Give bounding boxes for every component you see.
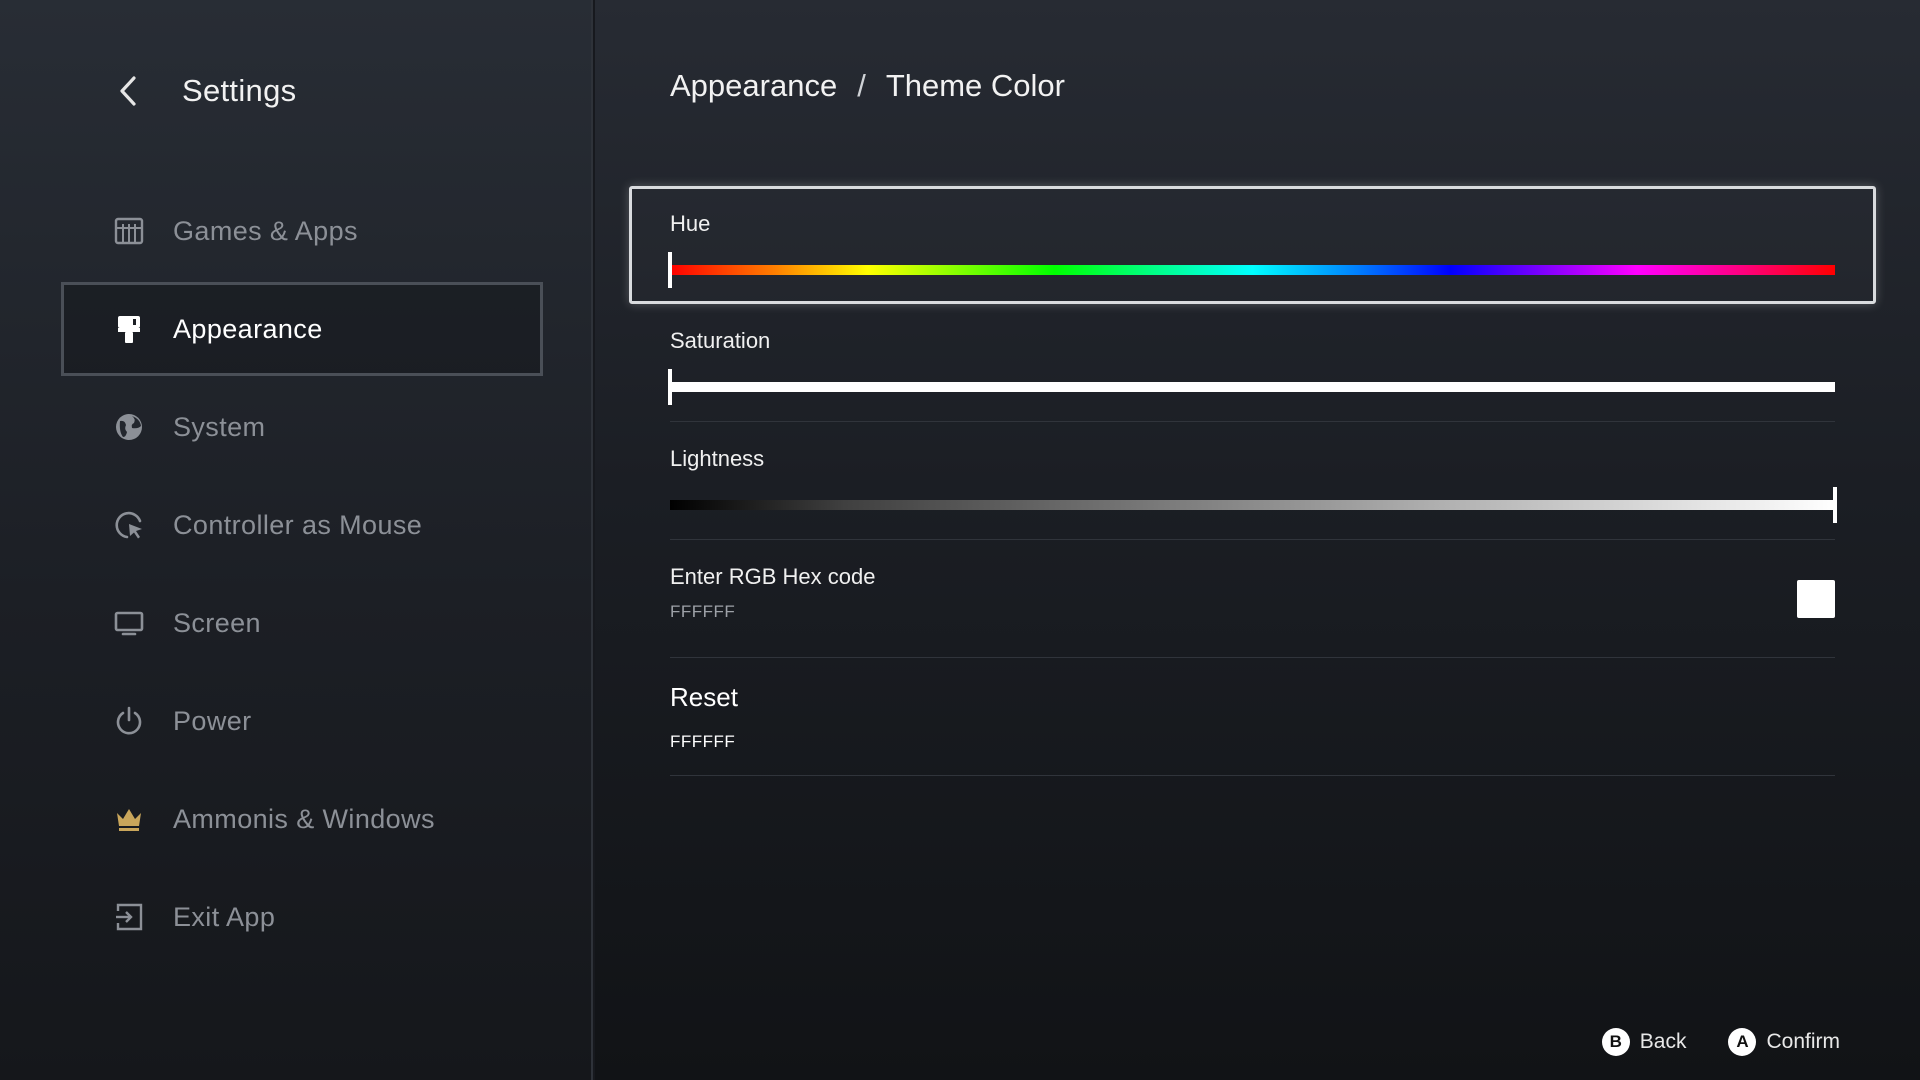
hex-code-row[interactable]: Enter RGB Hex code FFFFFF	[670, 540, 1835, 658]
b-button-icon: B	[1601, 1028, 1630, 1056]
hue-label: Hue	[670, 211, 711, 236]
reset-value: FFFFFF	[670, 732, 736, 751]
sidebar-item-label: Power	[173, 705, 252, 736]
sidebar: Settings Games & Apps Appearance System	[0, 0, 593, 1080]
main-panel: Appearance / Theme Color Hue Saturation …	[595, 0, 1920, 1080]
games-grid-icon	[113, 215, 145, 247]
lightness-label: Lightness	[670, 446, 765, 471]
sidebar-item-appearance[interactable]: Appearance	[61, 282, 543, 376]
theme-color-settings: Hue Saturation Lightness Enter RGB Hex c…	[629, 186, 1876, 776]
back-hint[interactable]: B Back	[1601, 1028, 1687, 1056]
saturation-label: Saturation	[670, 328, 771, 353]
sidebar-item-label: Ammonis & Windows	[173, 803, 435, 834]
sidebar-item-system[interactable]: System	[61, 380, 543, 474]
sidebar-item-power[interactable]: Power	[61, 674, 543, 768]
reset-label: Reset	[670, 682, 738, 712]
crown-icon	[113, 803, 145, 835]
sidebar-item-label: Controller as Mouse	[173, 509, 423, 540]
cursor-icon	[113, 509, 145, 541]
lightness-row[interactable]: Lightness	[670, 422, 1837, 540]
breadcrumb-separator: /	[857, 68, 866, 103]
confirm-label: Confirm	[1766, 1030, 1840, 1053]
saturation-slider[interactable]	[668, 369, 1835, 405]
sidebar-item-label: Exit App	[173, 901, 276, 932]
monitor-icon	[113, 607, 145, 639]
color-swatch	[1797, 580, 1835, 618]
confirm-hint[interactable]: A Confirm	[1728, 1028, 1840, 1056]
power-icon	[113, 705, 145, 737]
saturation-track	[670, 382, 1835, 392]
globe-icon	[113, 411, 145, 443]
hex-code-label: Enter RGB Hex code	[670, 564, 876, 589]
sidebar-item-label: Appearance	[173, 313, 323, 344]
lightness-track	[670, 500, 1835, 510]
saturation-row[interactable]: Saturation	[668, 304, 1835, 422]
sidebar-item-games-apps[interactable]: Games & Apps	[61, 184, 543, 278]
hue-track	[670, 265, 1835, 275]
sidebar-item-ammonis-windows[interactable]: Ammonis & Windows	[61, 772, 543, 866]
lightness-slider[interactable]	[670, 487, 1837, 523]
sidebar-item-screen[interactable]: Screen	[61, 576, 543, 670]
sidebar-item-controller-as-mouse[interactable]: Controller as Mouse	[61, 478, 543, 572]
sidebar-nav: Games & Apps Appearance System Controlle…	[61, 184, 543, 968]
hue-slider-thumb[interactable]	[668, 252, 672, 288]
hue-slider[interactable]	[668, 252, 1835, 288]
hex-code-value: FFFFFF	[670, 602, 736, 621]
reset-row[interactable]: Reset FFFFFF	[670, 658, 1835, 776]
back-label: Back	[1639, 1030, 1687, 1053]
exit-icon	[113, 901, 145, 933]
sidebar-header: Settings	[110, 66, 296, 116]
sidebar-item-label: Screen	[173, 607, 261, 638]
sidebar-item-label: Games & Apps	[173, 215, 358, 246]
breadcrumb-parent[interactable]: Appearance	[670, 68, 837, 104]
sidebar-item-label: System	[173, 411, 266, 442]
saturation-slider-thumb[interactable]	[668, 369, 672, 405]
lightness-slider-thumb[interactable]	[1833, 487, 1837, 523]
paint-roller-icon	[113, 313, 145, 345]
sidebar-title: Settings	[182, 73, 297, 108]
hue-row[interactable]: Hue	[629, 186, 1876, 304]
button-hints: B Back A Confirm	[1560, 1028, 1840, 1056]
a-button-icon: A	[1728, 1028, 1757, 1056]
breadcrumb: Appearance / Theme Color	[670, 68, 1065, 104]
breadcrumb-current: Theme Color	[885, 68, 1065, 103]
sidebar-item-exit-app[interactable]: Exit App	[61, 870, 543, 964]
chevron-left-icon[interactable]	[110, 73, 146, 109]
